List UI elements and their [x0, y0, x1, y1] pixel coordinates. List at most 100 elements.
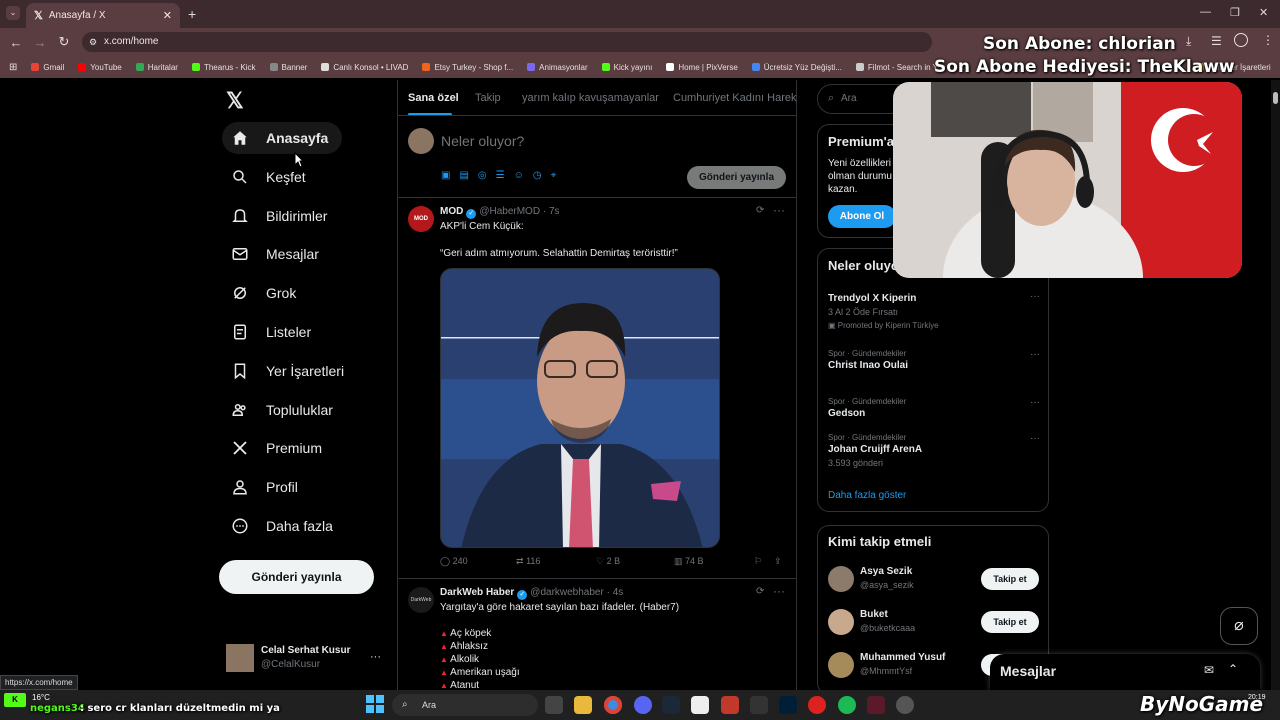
- nav-profile[interactable]: Profil: [222, 471, 312, 503]
- reading-list-icon[interactable]: ☰: [1211, 34, 1222, 48]
- tweet-time[interactable]: · 4s: [607, 587, 624, 598]
- reply-button[interactable]: ◯ 240: [440, 556, 468, 567]
- follow-button[interactable]: Takip et: [981, 568, 1039, 590]
- share-icon[interactable]: ⇪: [774, 556, 782, 567]
- expand-chevron-icon[interactable]: ⌃: [1228, 662, 1238, 676]
- x-logo-icon[interactable]: 𝕏: [226, 88, 244, 114]
- nav-search[interactable]: Keşfet: [222, 161, 320, 193]
- tab-for-you[interactable]: Sana özel: [408, 92, 459, 104]
- user-avatar[interactable]: [828, 566, 854, 592]
- poll-icon[interactable]: ☰: [496, 170, 505, 181]
- compose-input[interactable]: Neler oluyor?: [441, 133, 524, 149]
- retweet-button[interactable]: ⇄ 116: [516, 556, 540, 567]
- chrome-icon[interactable]: [604, 696, 622, 714]
- bookmark-item[interactable]: Thearus - Kick: [191, 63, 256, 72]
- trend-item[interactable]: Spor · Gündemdekiler Johan Cruijff ArenA 3…: [828, 433, 1040, 468]
- browser-tab-active[interactable]: 𝕏 Anasayfa / X ✕: [26, 3, 180, 28]
- tweet-handle[interactable]: @HaberMOD: [479, 206, 540, 217]
- app-icon[interactable]: [721, 696, 739, 714]
- weather-temp[interactable]: 16°C: [32, 693, 50, 702]
- grok-explain-icon[interactable]: ⟳: [756, 205, 764, 216]
- capcut-icon[interactable]: [691, 696, 709, 714]
- tab-list-2[interactable]: Cumhuriyet Kadını Hareketi: [673, 92, 797, 104]
- nav-grok[interactable]: Grok: [222, 277, 310, 309]
- tweet-avatar[interactable]: DarkWeb: [408, 587, 434, 613]
- account-more-button[interactable]: ···: [370, 651, 381, 663]
- follow-suggestion[interactable]: Buket @buketkcaaa Takip et: [828, 607, 1040, 639]
- bookmark-item[interactable]: Etsy Turkey - Shop f...: [422, 63, 513, 72]
- apps-grid-icon[interactable]: ⊞: [9, 62, 17, 73]
- windows-start-icon[interactable]: [366, 695, 384, 713]
- trend-item[interactable]: Trendyol X Kiperin 3 Al 2 Öde Fırsatı ▣ Pr…: [828, 291, 1040, 330]
- tweet-avatar[interactable]: MOD: [408, 206, 434, 232]
- menu-kebab-icon[interactable]: ⋮: [1262, 33, 1274, 47]
- location-icon[interactable]: ⌖: [551, 170, 557, 181]
- bookmark-item[interactable]: Banner: [269, 63, 307, 72]
- new-tab-button[interactable]: +: [188, 6, 196, 22]
- tweet-handle[interactable]: @darkwebhaber: [530, 587, 604, 598]
- profile-icon-browser[interactable]: [1234, 33, 1248, 47]
- grok-compose-icon[interactable]: ◎: [478, 170, 487, 181]
- bookmark-item[interactable]: YouTube: [78, 63, 122, 72]
- close-window-button[interactable]: ✕: [1259, 6, 1268, 19]
- bookmark-tweet-icon[interactable]: ⚐: [754, 556, 762, 567]
- scrollbar-thumb[interactable]: [1273, 92, 1278, 104]
- download-icon[interactable]: ⤓: [1186, 34, 1191, 49]
- trend-more-icon[interactable]: ···: [1030, 291, 1040, 302]
- post-button[interactable]: Gönderi yayınla: [219, 560, 374, 594]
- show-more-link[interactable]: Daha fazla göster: [828, 490, 906, 501]
- emoji-icon[interactable]: ☺: [514, 170, 524, 181]
- schedule-icon[interactable]: ◷: [533, 170, 542, 181]
- like-button[interactable]: ♡ 2 B: [596, 556, 620, 567]
- user-avatar[interactable]: [828, 609, 854, 635]
- messages-drawer[interactable]: Mesajlar ✉ ⌃: [990, 654, 1260, 690]
- follow-button[interactable]: Takip et: [981, 611, 1039, 633]
- nav-x[interactable]: Premium: [222, 432, 336, 464]
- grok-explain-icon[interactable]: ⟳: [756, 586, 764, 597]
- grok-floating-icon[interactable]: ⌀: [1220, 607, 1258, 645]
- search-input[interactable]: Ara: [841, 93, 857, 104]
- site-info-icon[interactable]: ⚙: [89, 32, 97, 52]
- bookmark-item[interactable]: Ücretsiz Yüz Değişti...: [751, 63, 842, 72]
- tab-close-icon[interactable]: ✕: [163, 9, 172, 22]
- tweet[interactable]: MOD MOD ✓ @HaberMOD · 7s ⟳ ··· AKP'li Cem …: [398, 198, 796, 578]
- tab-list-1[interactable]: yarım kalıp kavuşamayanlar: [522, 92, 659, 104]
- media-icon[interactable]: ▣: [441, 170, 450, 181]
- trend-more-icon[interactable]: ···: [1030, 349, 1040, 360]
- tab-search-dropdown[interactable]: ⌄: [6, 6, 20, 20]
- gif-icon[interactable]: ▤: [459, 170, 468, 181]
- subscribe-button[interactable]: Abone Ol: [828, 205, 896, 228]
- nav-mail[interactable]: Mesajlar: [222, 238, 333, 270]
- epic-games-icon[interactable]: [750, 696, 768, 714]
- file-explorer-icon[interactable]: [574, 696, 592, 714]
- bookmark-item[interactable]: Canlı Konsol • LIVAD: [321, 63, 408, 72]
- task-view-icon[interactable]: [545, 696, 563, 714]
- nav-bookmark[interactable]: Yer İşaretleri: [222, 355, 358, 387]
- tweet[interactable]: DarkWeb DarkWeb Haber ✓ @darkwebhaber · 4s…: [398, 579, 796, 690]
- reload-icon[interactable]: ↻: [52, 34, 76, 50]
- page-scrollbar[interactable]: [1271, 80, 1280, 690]
- tweet-author-name[interactable]: DarkWeb Haber: [440, 587, 514, 598]
- trend-more-icon[interactable]: ···: [1030, 397, 1040, 408]
- app-icon[interactable]: [808, 696, 826, 714]
- tweet-more-icon[interactable]: ···: [773, 203, 785, 217]
- tweet-author-name[interactable]: MOD: [440, 206, 463, 217]
- nav-home[interactable]: Anasayfa: [222, 122, 343, 154]
- trend-item[interactable]: Spor · Gündemdekiler Gedson ···: [828, 397, 1040, 419]
- back-icon[interactable]: ←: [4, 35, 28, 50]
- photoshop-icon[interactable]: [779, 696, 797, 714]
- bookmark-item[interactable]: Gmail: [31, 63, 64, 72]
- trend-item[interactable]: Spor · Gündemdekiler Christ Inao Oulai ···: [828, 349, 1040, 371]
- tweet-time[interactable]: · 7s: [543, 206, 560, 217]
- nav-communities[interactable]: Topluluklar: [222, 394, 347, 426]
- bookmark-item[interactable]: Filmot - Search in Y...: [855, 63, 944, 72]
- app-icon[interactable]: [867, 696, 885, 714]
- bookmark-item[interactable]: Kick yayını: [601, 63, 652, 72]
- obs-icon[interactable]: [896, 696, 914, 714]
- tab-following[interactable]: Takip: [475, 92, 501, 104]
- views-button[interactable]: ▥ 74 B: [674, 556, 704, 567]
- trend-more-icon[interactable]: ···: [1030, 433, 1040, 444]
- forward-icon[interactable]: →: [28, 35, 52, 50]
- nav-more[interactable]: Daha fazla: [222, 510, 347, 542]
- maximize-button[interactable]: ❐: [1230, 6, 1240, 19]
